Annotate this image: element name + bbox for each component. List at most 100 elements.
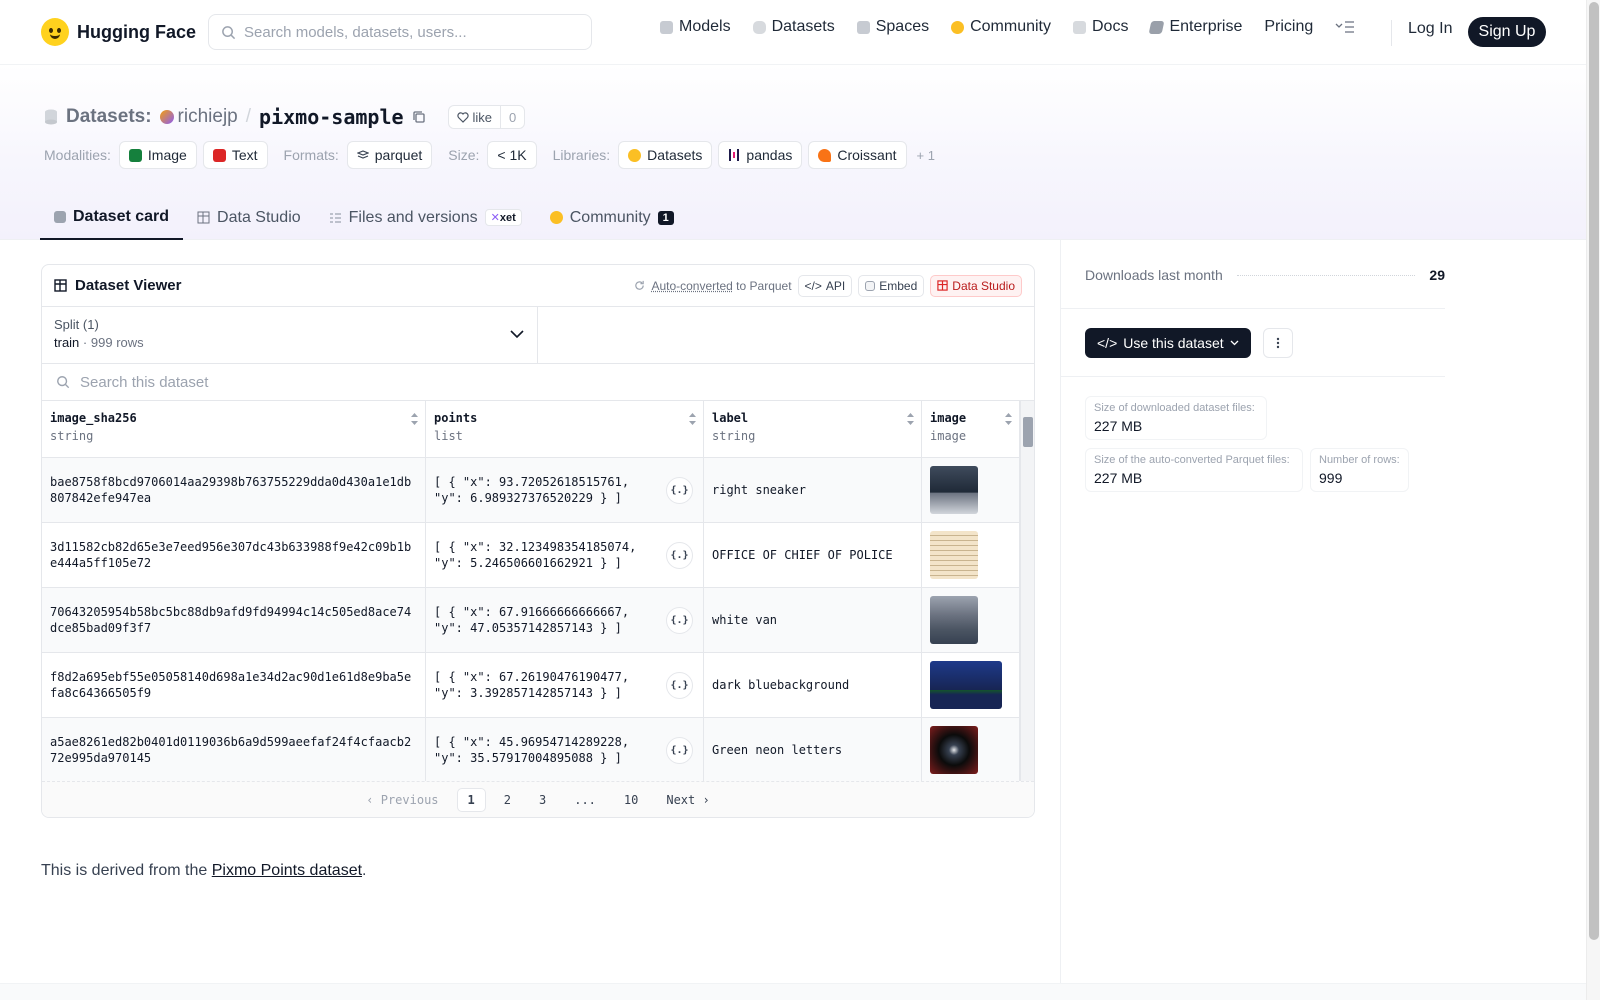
column-header-points[interactable]: points list — [426, 401, 704, 457]
sort-icon[interactable] — [1004, 412, 1013, 426]
dataset-icon — [45, 109, 57, 125]
page-3-button[interactable]: 3 — [529, 789, 556, 811]
page-scrollbar[interactable] — [1586, 0, 1600, 1000]
page-10-button[interactable]: 10 — [614, 789, 648, 811]
image-thumbnail[interactable] — [930, 661, 1002, 709]
nav-docs[interactable]: Docs — [1073, 18, 1128, 36]
nav-models[interactable]: Models — [660, 18, 731, 36]
sort-icon[interactable] — [688, 412, 697, 426]
nav-community[interactable]: Community — [951, 18, 1051, 36]
next-page-button[interactable]: Next › — [656, 789, 719, 811]
tab-files-label: Files and versions — [348, 208, 478, 226]
tab-files-and-versions[interactable]: Files and versions ✕xet — [315, 195, 536, 240]
page-scrollbar-thumb[interactable] — [1589, 2, 1599, 940]
json-view-button[interactable]: {.} — [666, 737, 693, 764]
global-search-input[interactable]: Search models, datasets, users... — [208, 14, 592, 50]
stat-value: 999 — [1319, 470, 1343, 486]
table-row[interactable]: 3d11582cb82d65e3e7eed956e307dc43b633988f… — [42, 523, 1034, 588]
page-2-button[interactable]: 2 — [494, 789, 521, 811]
sidebar-divider — [1061, 376, 1445, 377]
tag-parquet[interactable]: parquet — [346, 141, 433, 169]
login-link[interactable]: Log In — [1408, 20, 1452, 38]
image-thumbnail[interactable] — [930, 466, 978, 514]
xet-badge-label: xet — [499, 212, 516, 224]
table-row[interactable]: 70643205954b58bc5bc88db9afd9fd94994c14c5… — [42, 588, 1034, 653]
brand[interactable]: Hugging Face — [41, 18, 196, 46]
more-options-button[interactable] — [1263, 328, 1293, 358]
previous-page-button[interactable]: ‹ Previous — [356, 789, 448, 811]
search-icon — [57, 376, 70, 389]
tag-datasets-lib[interactable]: Datasets — [618, 141, 713, 169]
api-button[interactable]: </> API — [797, 274, 853, 297]
dataset-search-placeholder: Search this dataset — [80, 373, 209, 391]
card-text-after: . — [362, 862, 367, 879]
json-view-button[interactable]: {.} — [666, 672, 693, 699]
signup-button[interactable]: Sign Up — [1468, 17, 1546, 47]
nav-pricing[interactable]: Pricing — [1264, 18, 1313, 36]
like-button[interactable]: like 0 — [447, 105, 526, 129]
copy-icon[interactable] — [412, 110, 426, 124]
image-thumbnail[interactable] — [930, 531, 978, 579]
split-selector[interactable]: Split (1) train · 999 rows — [42, 307, 538, 363]
split-row: Split (1) train · 999 rows — [42, 307, 1034, 364]
page-1-button[interactable]: 1 — [456, 787, 486, 812]
split-rows: 999 rows — [90, 335, 144, 350]
next-label: Next — [666, 792, 696, 807]
table-row[interactable]: a5ae8261ed82b0401d0119036b6a9d599aeefaf2… — [42, 718, 1034, 783]
image-thumbnail[interactable] — [930, 726, 978, 774]
column-header-image_sha256[interactable]: image_sha256 string — [42, 401, 426, 457]
tag-image-label: Image — [147, 147, 187, 163]
use-this-dataset-button[interactable]: </> Use this dataset — [1085, 328, 1251, 358]
tag-text[interactable]: Text — [202, 141, 268, 169]
split-separator: · — [82, 335, 88, 350]
auto-converted-link[interactable]: Auto-converted — [651, 279, 732, 293]
more-libraries-link[interactable]: + 1 — [917, 148, 935, 163]
sort-icon[interactable] — [906, 412, 915, 426]
pandas-icon — [729, 149, 740, 161]
table-row[interactable]: bae8758f8bcd9706014aa29398b763755229dda0… — [42, 458, 1034, 523]
cell-label-text: dark bluebackground — [712, 678, 850, 692]
tag-croissant[interactable]: Croissant — [808, 141, 907, 169]
image-thumbnail[interactable] — [930, 596, 978, 644]
tag-pandas[interactable]: pandas — [718, 141, 803, 169]
text-icon — [212, 148, 226, 162]
embed-button[interactable]: Embed — [858, 274, 925, 297]
stat-parquet-size: Size of the auto-converted Parquet files… — [1085, 448, 1303, 492]
column-header-label[interactable]: label string — [704, 401, 922, 457]
tab-dataset-card[interactable]: Dataset card — [40, 195, 184, 240]
nav-spaces[interactable]: Spaces — [856, 18, 929, 36]
repo-name[interactable]: pixmo-sample — [259, 105, 404, 129]
repo-tabs: Dataset card Data Studio Files and versi… — [40, 195, 688, 240]
json-view-button[interactable]: {.} — [666, 607, 693, 634]
cell-sha: 70643205954b58bc5bc88db9afd9fd94994c14c5… — [42, 588, 426, 652]
like-label: like — [472, 109, 493, 125]
tag-image[interactable]: Image — [118, 141, 197, 169]
repo-owner[interactable]: richiejp — [159, 106, 238, 128]
dataset-search-input[interactable]: Search this dataset — [42, 364, 1034, 401]
dotted-leader — [1236, 274, 1416, 276]
column-name: image — [930, 411, 967, 425]
table-row[interactable]: f8d2a695ebf55e05058140d698a1e34d2ac90d1e… — [42, 653, 1034, 718]
tag-size[interactable]: < 1K — [487, 141, 537, 169]
cell-points-text: [ { "x": 45.96954714289228, "y": 35.5791… — [434, 735, 630, 765]
nav-datasets[interactable]: Datasets — [752, 18, 835, 36]
cell-image — [922, 653, 1020, 717]
table-header: image_sha256 string points list label strin… — [42, 401, 1034, 458]
json-view-button[interactable]: {.} — [666, 477, 693, 504]
pixmo-points-link[interactable]: Pixmo Points dataset — [212, 862, 362, 879]
nav-more-menu[interactable] — [1335, 20, 1355, 34]
table-scrollbar[interactable] — [1020, 401, 1034, 787]
viewer-title: Dataset Viewer — [54, 277, 181, 294]
column-name: image_sha256 — [50, 411, 137, 425]
tab-community[interactable]: Community 1 — [536, 195, 688, 240]
data-studio-button[interactable]: Data Studio — [930, 274, 1022, 297]
column-header-image[interactable]: image image — [922, 401, 1020, 457]
cell-image — [922, 523, 1020, 587]
table-scrollbar-thumb[interactable] — [1023, 417, 1033, 447]
tab-data-studio[interactable]: Data Studio — [183, 195, 315, 240]
json-view-button[interactable]: {.} — [666, 542, 693, 569]
auto-converted-note[interactable]: Auto-converted to Parquet — [651, 279, 791, 293]
sort-icon[interactable] — [410, 412, 419, 426]
repo-type-label[interactable]: Datasets: — [66, 106, 152, 128]
nav-enterprise[interactable]: Enterprise — [1149, 18, 1242, 36]
